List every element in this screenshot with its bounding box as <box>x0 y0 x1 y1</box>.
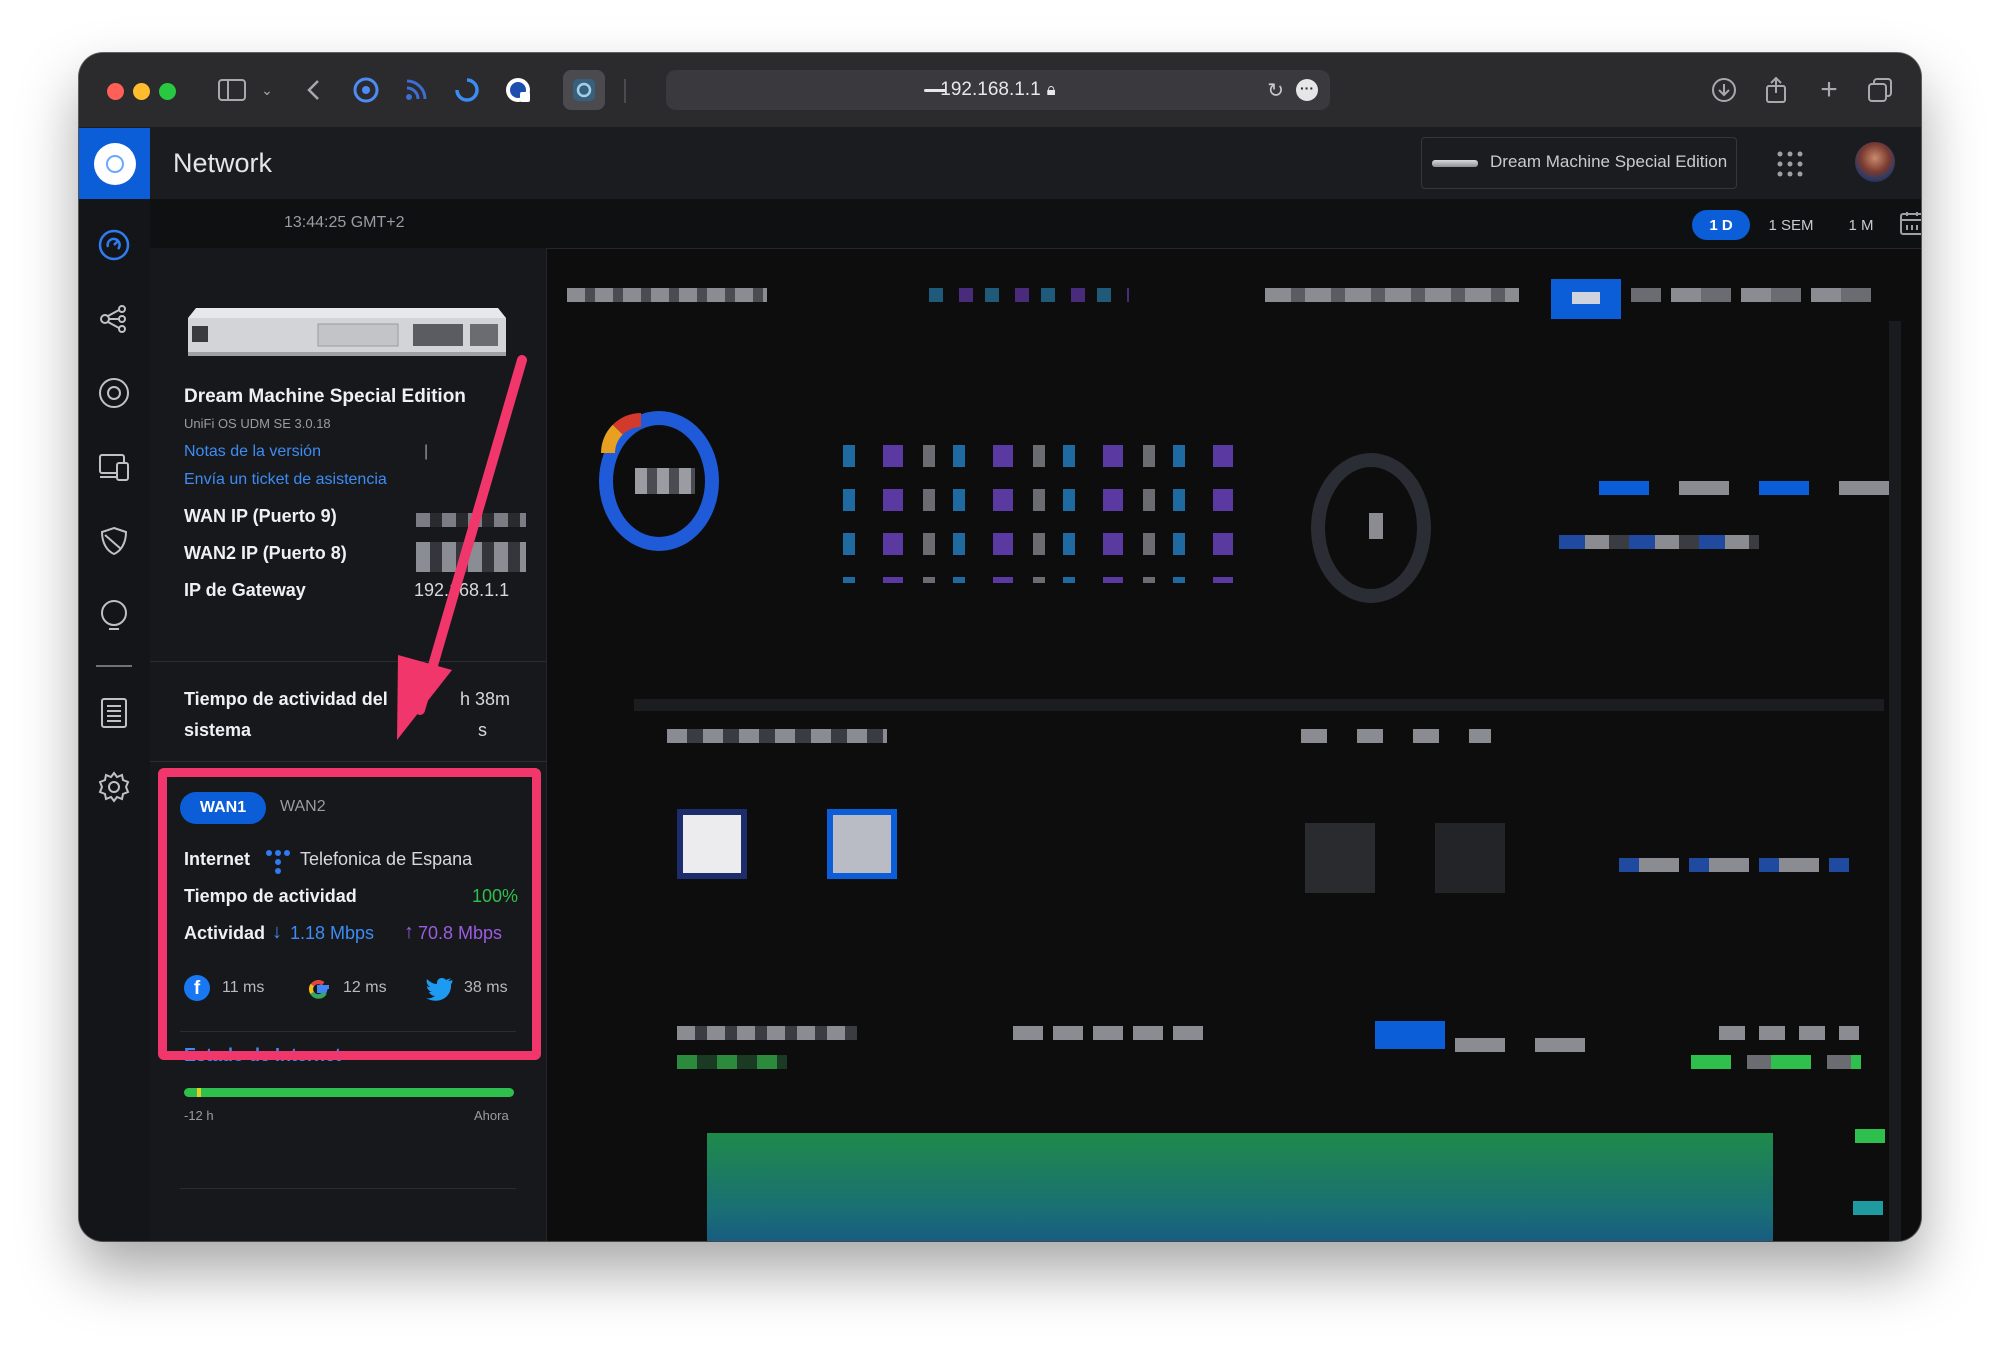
annotation-highlight-box <box>158 768 541 1060</box>
annotation-arrow <box>397 355 527 740</box>
